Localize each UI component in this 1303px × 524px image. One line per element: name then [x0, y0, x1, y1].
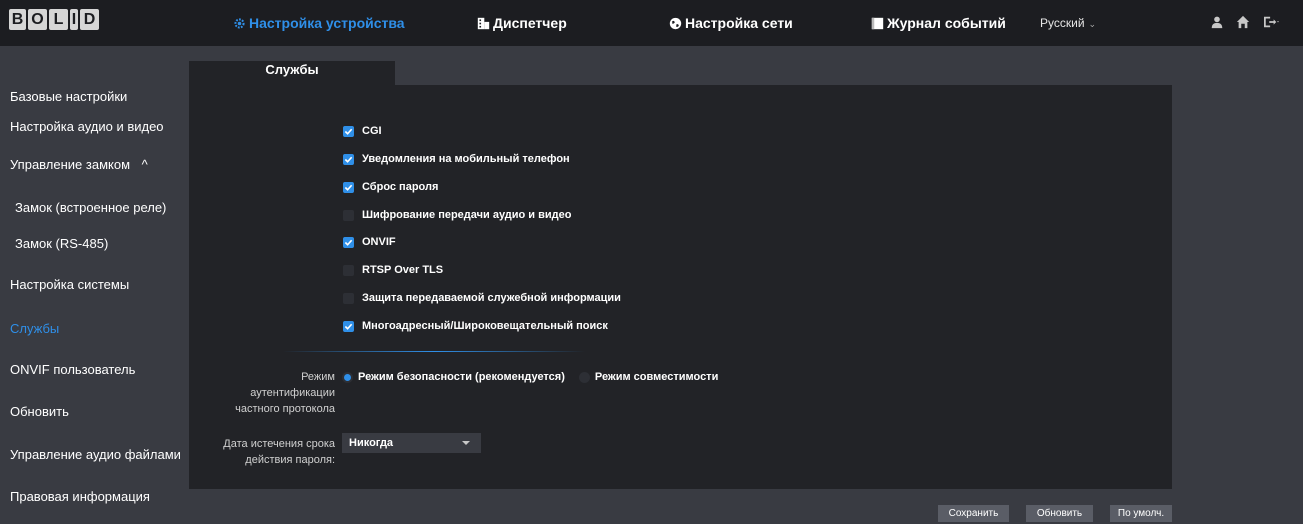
- auth-mode-radio-group: Режим безопасности (рекомендуется) Режим…: [342, 371, 718, 383]
- checkbox-label: Шифрование передачи аудио и видео: [362, 209, 572, 221]
- label-line: действия пароля:: [245, 454, 335, 466]
- password-expiry-label: Дата истечения срока действия пароля:: [205, 436, 335, 468]
- checkbox-rtsp-over-tls[interactable]: RTSP Over TLS: [343, 264, 443, 276]
- chevron-up-icon: ^: [141, 157, 148, 172]
- chevron-down-icon: ⌄: [1088, 19, 1097, 29]
- services-panel: [189, 85, 1172, 489]
- checkbox-label: Многоадресный/Широковещательный поиск: [362, 320, 608, 332]
- chevron-down-icon: [462, 441, 470, 445]
- checkbox-cgi[interactable]: CGI: [343, 125, 382, 137]
- checkbox[interactable]: [343, 264, 354, 276]
- check-icon: [344, 239, 353, 246]
- checkbox-label: Защита передаваемой служебной информации: [362, 292, 621, 304]
- select-value: Никогда: [349, 437, 394, 449]
- nav-label: Журнал событий: [887, 15, 1006, 31]
- radio-secure-mode[interactable]: [342, 371, 353, 383]
- checkbox[interactable]: [343, 320, 354, 332]
- checkbox-service-info-protection[interactable]: Защита передаваемой служебной информации: [343, 292, 621, 304]
- check-icon: [344, 323, 353, 330]
- sidebar-item-audio-video[interactable]: Настройка аудио и видео: [10, 119, 164, 134]
- default-button[interactable]: По умолч.: [1110, 505, 1172, 522]
- radio-label[interactable]: Режим безопасности (рекомендуется): [358, 371, 565, 383]
- checkbox[interactable]: [343, 125, 354, 137]
- password-expiry-select[interactable]: Никогда: [342, 433, 481, 453]
- sidebar-item-lock-rs485[interactable]: Замок (RS-485): [15, 236, 108, 251]
- checkbox[interactable]: [343, 292, 354, 304]
- gear-icon: [234, 17, 245, 29]
- nav-network-settings[interactable]: Настройка сети: [669, 0, 793, 46]
- nav-event-log[interactable]: Журнал событий: [871, 0, 1006, 46]
- checkbox-password-reset[interactable]: Сброс пароля: [343, 181, 438, 193]
- sidebar-item-legal-info[interactable]: Правовая информация: [10, 489, 150, 504]
- checkbox[interactable]: [343, 153, 354, 165]
- label-line: Режим: [301, 371, 335, 383]
- auth-mode-label: Режим аутентификации частного протокола: [205, 369, 335, 417]
- sidebar-item-update[interactable]: Обновить: [10, 404, 69, 419]
- logo-letter: L: [49, 9, 68, 30]
- sidebar-item-system-settings[interactable]: Настройка системы: [10, 277, 129, 292]
- tab-services[interactable]: Службы: [189, 61, 395, 86]
- nav-label: Настройка устройства: [249, 15, 405, 31]
- checkbox-label: CGI: [362, 125, 382, 137]
- logout-icon[interactable]: [1262, 15, 1280, 29]
- globe-icon: [669, 17, 682, 29]
- nav-label: Диспетчер: [493, 15, 567, 31]
- language-label: Русский: [1040, 16, 1085, 30]
- top-bar: B O L I D Настройка устройства Диспетчер…: [0, 0, 1303, 46]
- logo-letter: O: [28, 9, 47, 30]
- language-select[interactable]: Русский ⌄: [1040, 0, 1096, 46]
- label-line: аутентификации: [250, 387, 335, 399]
- checkbox[interactable]: [343, 209, 354, 221]
- label-line: частного протокола: [235, 403, 335, 415]
- sidebar-item-services[interactable]: Службы: [10, 321, 59, 336]
- log-icon: [871, 17, 884, 29]
- checkbox[interactable]: [343, 236, 354, 248]
- checkbox[interactable]: [343, 181, 354, 193]
- logo-letter: D: [80, 9, 99, 30]
- sidebar-item-lock-relay[interactable]: Замок (встроенное реле): [15, 200, 166, 215]
- radio-compat-mode[interactable]: [578, 371, 590, 383]
- nav-device-settings[interactable]: Настройка устройства: [233, 0, 405, 46]
- nav-label: Настройка сети: [685, 15, 793, 31]
- save-button[interactable]: Сохранить: [938, 505, 1009, 522]
- logo-letter: I: [70, 9, 78, 30]
- nav-dispatcher[interactable]: Диспетчер: [477, 0, 567, 46]
- label-line: Дата истечения срока: [223, 438, 335, 450]
- sidebar-item-basic-settings[interactable]: Базовые настройки: [10, 89, 127, 104]
- sidebar-item-lock-control[interactable]: Управление замком ^: [10, 157, 148, 172]
- checkbox-label: RTSP Over TLS: [362, 264, 444, 276]
- logo-letter: B: [9, 9, 26, 30]
- building-icon: [477, 17, 490, 29]
- checkbox-av-encryption[interactable]: Шифрование передачи аудио и видео: [343, 209, 571, 221]
- check-icon: [344, 184, 353, 191]
- sidebar-item-label: Управление замком: [10, 157, 131, 172]
- section-divider: [283, 351, 585, 352]
- checkbox-label: Сброс пароля: [362, 181, 439, 193]
- refresh-button[interactable]: Обновить: [1026, 505, 1093, 522]
- checkbox-onvif[interactable]: ONVIF: [343, 236, 396, 248]
- check-icon: [344, 156, 353, 163]
- checkbox-mobile-notifications[interactable]: Уведомления на мобильный телефон: [343, 153, 570, 165]
- checkbox-multicast-search[interactable]: Многоадресный/Широковещательный поиск: [343, 320, 608, 332]
- user-icon[interactable]: [1210, 15, 1224, 29]
- checkbox-label: Уведомления на мобильный телефон: [362, 153, 570, 165]
- checkbox-label: ONVIF: [362, 236, 396, 248]
- check-icon: [344, 128, 353, 135]
- sidebar-item-audio-files[interactable]: Управление аудио файлами: [10, 447, 181, 462]
- sidebar-item-onvif-user[interactable]: ONVIF пользователь: [10, 362, 135, 377]
- home-icon[interactable]: [1236, 15, 1250, 29]
- radio-label[interactable]: Режим совместимости: [595, 371, 718, 383]
- bolid-logo: B O L I D: [9, 9, 99, 30]
